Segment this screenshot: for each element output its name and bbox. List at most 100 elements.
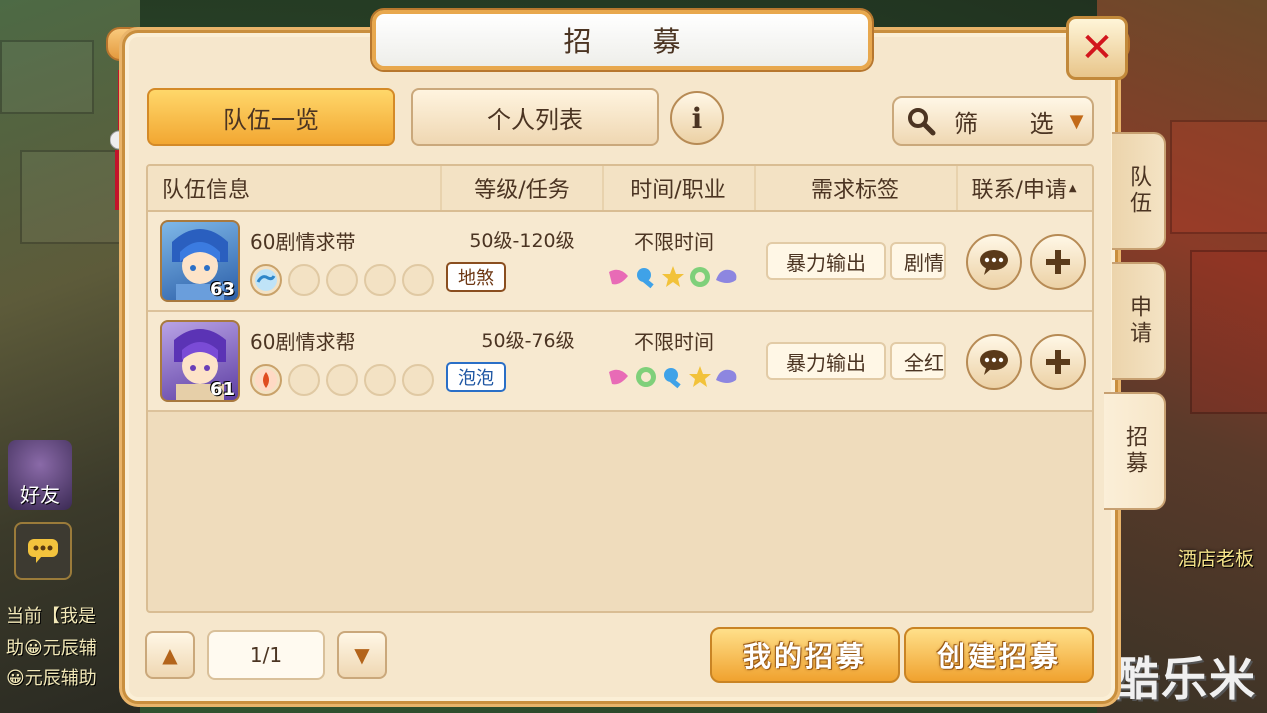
close-icon: ✕	[1080, 25, 1114, 71]
chat-icon	[980, 350, 1008, 375]
avatar: 63	[160, 220, 240, 302]
side-tab-recruit[interactable]: 招募	[1104, 392, 1166, 510]
floor-tile	[0, 40, 94, 114]
header-need-tags: 需求标签	[754, 166, 958, 210]
side-tab-label: 队伍	[1126, 165, 1151, 217]
level-range: 50级-76级	[481, 330, 575, 352]
member-slot-empty	[326, 264, 358, 296]
avatar-level: 61	[209, 379, 235, 400]
tab-personal-list[interactable]: 个人列表	[411, 88, 659, 146]
chevron-up-icon: ▲	[162, 643, 178, 667]
header-time-job: 时间/职业	[602, 166, 756, 210]
my-recruit-button[interactable]: 我的招募	[710, 627, 900, 683]
purple-job-icon	[716, 269, 737, 283]
page-up-button[interactable]: ▲	[145, 631, 195, 679]
create-recruit-button[interactable]: 创建招募	[904, 627, 1094, 683]
fire-school-icon	[255, 369, 277, 391]
time-requirement: 不限时间	[634, 230, 714, 254]
building	[1170, 120, 1267, 234]
need-tag: 全红	[890, 342, 946, 380]
green-job-icon	[690, 267, 710, 287]
task-tag: 泡泡	[446, 362, 506, 392]
chat-icon	[980, 250, 1008, 275]
watermark: 酷乐米	[1113, 652, 1257, 706]
need-tag: 暴力输出	[766, 342, 886, 380]
building	[1190, 250, 1267, 414]
chat-bubble-icon	[28, 539, 58, 563]
yellow-job-icon	[689, 366, 711, 387]
header-team-info: 队伍信息	[148, 166, 442, 210]
friends-label: 好友	[20, 483, 60, 507]
header-level-task: 等级/任务	[442, 166, 604, 210]
header-contact-label: 联系/申请	[971, 178, 1067, 203]
chat-line: 助😀元辰辅	[6, 638, 97, 659]
search-icon	[906, 106, 942, 136]
title-plate: 招 募	[372, 10, 872, 70]
purple-job-icon	[716, 369, 737, 383]
member-slot-empty	[326, 364, 358, 396]
header-contact-apply[interactable]: 联系/申请 ▲	[956, 166, 1092, 210]
member-slot-empty	[364, 264, 396, 296]
window-title: 招 募	[563, 25, 707, 58]
info-button[interactable]: i	[670, 91, 724, 145]
chevron-down-icon: ▼	[354, 643, 370, 667]
member-slot-filled	[250, 364, 282, 396]
page-down-button[interactable]: ▼	[337, 631, 387, 679]
side-tab-apply[interactable]: 申请	[1112, 262, 1166, 380]
team-name: 60剧情求带	[250, 230, 356, 254]
plus-icon	[1046, 350, 1070, 374]
table-row[interactable]: 61 60剧情求帮 50级-76级 泡泡 不限时间 暴力输出 全红	[148, 312, 1092, 412]
member-slot-empty	[364, 364, 396, 396]
apply-button[interactable]	[1030, 334, 1086, 390]
member-slot-empty	[288, 264, 320, 296]
avatar-level: 63	[209, 279, 235, 300]
page-indicator: 1/1	[207, 630, 325, 680]
pink-job-icon	[609, 269, 628, 285]
table-header: 队伍信息 等级/任务 时间/职业 需求标签 联系/申请 ▲	[148, 166, 1092, 212]
job-icons	[606, 264, 741, 294]
tab-team-overview[interactable]: 队伍一览	[147, 88, 395, 146]
need-tag: 暴力输出	[766, 242, 886, 280]
side-tab-team[interactable]: 队伍	[1112, 132, 1166, 250]
side-tab-label: 招募	[1122, 425, 1147, 477]
npc-name-label: 酒店老板	[1178, 548, 1255, 570]
blue-job-icon	[664, 368, 681, 389]
tab-label: 队伍一览	[223, 105, 319, 134]
level-range: 50级-120级	[469, 230, 575, 252]
side-tab-label: 申请	[1126, 295, 1151, 347]
create-recruit-label: 创建招募	[936, 640, 1061, 673]
pink-job-icon	[609, 369, 628, 385]
water-school-icon	[255, 269, 277, 291]
friends-button[interactable]: 好友	[8, 440, 72, 510]
recruit-table: 队伍信息 等级/任务 时间/职业 需求标签 联系/申请 ▲ 63 60剧情求带 5…	[146, 164, 1094, 613]
member-slot-empty	[402, 364, 434, 396]
my-recruit-label: 我的招募	[742, 640, 867, 673]
floor-tile	[20, 150, 124, 244]
filter-label: 筛 选	[954, 109, 1076, 138]
contact-button[interactable]	[966, 334, 1022, 390]
blue-job-icon	[637, 268, 654, 289]
need-tag: 剧情	[890, 242, 946, 280]
member-slot-filled	[250, 264, 282, 296]
member-slot-empty	[402, 264, 434, 296]
apply-button[interactable]	[1030, 234, 1086, 290]
sort-up-icon: ▲	[1068, 182, 1077, 194]
green-job-icon	[636, 367, 656, 387]
time-requirement: 不限时间	[634, 330, 714, 354]
task-tag: 地煞	[446, 262, 506, 292]
chevron-down-icon: ▼	[1069, 110, 1084, 132]
plus-icon	[1046, 250, 1070, 274]
chat-line: 😀元辰辅助	[6, 668, 97, 689]
chat-line: 当前【我是	[6, 606, 96, 627]
team-name: 60剧情求帮	[250, 330, 356, 354]
yellow-job-icon	[662, 266, 684, 287]
tab-label: 个人列表	[487, 105, 583, 134]
info-icon: i	[691, 101, 703, 135]
avatar: 61	[160, 320, 240, 402]
contact-button[interactable]	[966, 234, 1022, 290]
chat-button[interactable]	[14, 522, 72, 580]
table-row[interactable]: 63 60剧情求带 50级-120级 地煞 不限时间 暴力输出 剧情	[148, 212, 1092, 312]
filter-button[interactable]: 筛 选 ▼	[892, 96, 1094, 146]
member-slot-empty	[288, 364, 320, 396]
close-button[interactable]: ✕	[1066, 16, 1128, 80]
